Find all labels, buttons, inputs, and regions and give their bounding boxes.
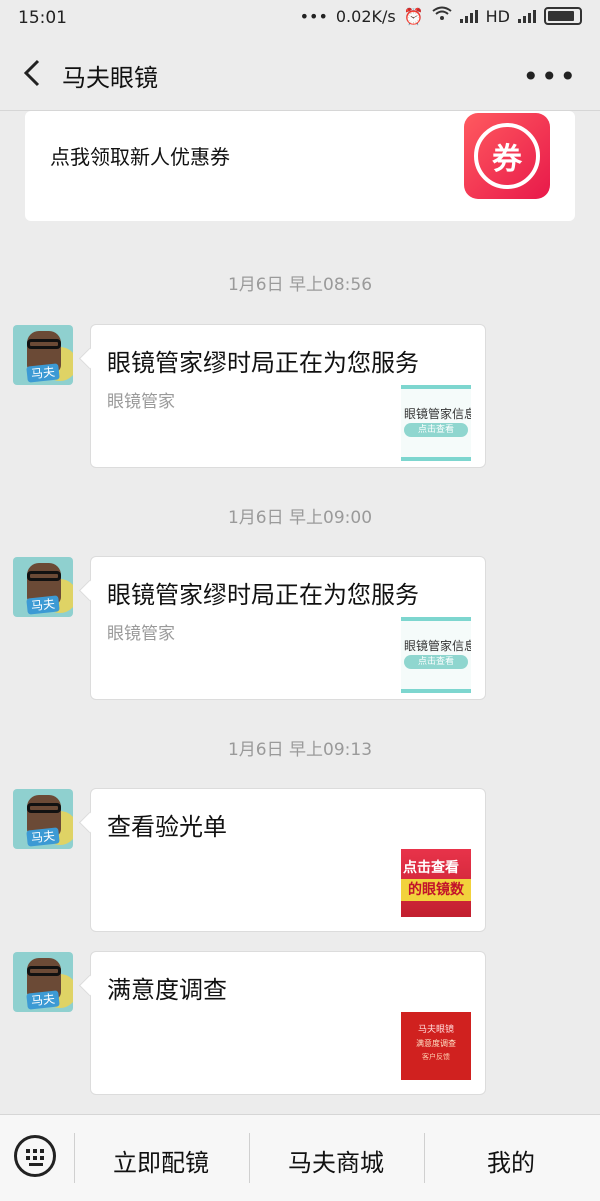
timestamp: 1月6日 早上08:56 xyxy=(227,275,373,295)
coupon-text: 点我领取新人优惠券 xyxy=(50,145,230,169)
thumbnail-text: 眼镜管家信息 xyxy=(404,639,471,653)
more-options-button[interactable]: ••• xyxy=(522,60,578,93)
title-bar: 马夫眼镜 ••• xyxy=(0,36,600,111)
message-title: 眼镜管家缪时局正在为您服务 xyxy=(107,581,419,609)
signal-icon-2 xyxy=(518,9,536,23)
coupon-icon: 券 xyxy=(464,113,550,199)
avatar-label: 马夫 xyxy=(26,990,60,1010)
avatar-label: 马夫 xyxy=(26,595,60,615)
page-title: 马夫眼镜 xyxy=(62,64,158,92)
back-button[interactable] xyxy=(18,58,48,88)
thumbnail-text: 马夫眼镜 xyxy=(417,1025,454,1035)
bottom-menu: 立即配镜 马夫商城 我的 xyxy=(0,1114,600,1201)
message-card[interactable]: 眼镜管家缪时局正在为您服务 眼镜管家 眼镜管家信息 点击查看 xyxy=(90,324,486,468)
network-speed: 0.02K/s xyxy=(335,6,396,26)
timestamp: 1月6日 早上09:00 xyxy=(227,508,373,528)
message-subtitle: 眼镜管家 xyxy=(107,624,175,644)
status-dots: ••• xyxy=(299,6,328,26)
message-card[interactable]: 眼镜管家缪时局正在为您服务 眼镜管家 眼镜管家信息 点击查看 xyxy=(90,556,486,700)
message-card[interactable]: 满意度调查 马夫眼镜 满意度调查 客户反馈 xyxy=(90,951,486,1095)
message-thumbnail: 眼镜管家信息 点击查看 xyxy=(401,385,471,461)
message-card[interactable]: 查看验光单 点击查看 的眼镜数 xyxy=(90,788,486,932)
thumbnail-text: 点击查看 xyxy=(403,860,459,876)
avatar-label: 马夫 xyxy=(26,827,60,847)
avatar[interactable]: 马夫 xyxy=(13,325,73,385)
message-subtitle: 眼镜管家 xyxy=(107,392,175,412)
keyboard-icon[interactable] xyxy=(14,1135,56,1177)
hd-label: HD xyxy=(485,6,510,26)
menu-item-buy-glasses[interactable]: 立即配镜 xyxy=(76,1143,246,1178)
wifi-icon xyxy=(432,6,452,26)
avatar[interactable]: 马夫 xyxy=(13,789,73,849)
message-title: 查看验光单 xyxy=(107,813,227,841)
coupon-card[interactable]: 点我领取新人优惠券 券 xyxy=(25,111,575,221)
menu-item-mall[interactable]: 马夫商城 xyxy=(251,1143,421,1178)
message-title: 满意度调查 xyxy=(107,976,227,1004)
status-icons: ••• 0.02K/s ⏰ HD xyxy=(300,6,582,26)
battery-icon xyxy=(544,7,582,25)
status-time: 15:01 xyxy=(18,8,67,28)
alarm-icon: ⏰ xyxy=(403,6,424,26)
message-thumbnail: 马夫眼镜 满意度调查 客户反馈 xyxy=(401,1012,471,1080)
message-title: 眼镜管家缪时局正在为您服务 xyxy=(107,349,419,377)
menu-item-mine[interactable]: 我的 xyxy=(426,1143,596,1178)
thumbnail-text-2: 满意度调查 xyxy=(416,1039,456,1048)
thumbnail-button: 点击查看 xyxy=(404,423,468,437)
thumbnail-button: 点击查看 xyxy=(404,655,468,669)
avatar[interactable]: 马夫 xyxy=(13,557,73,617)
message-thumbnail: 眼镜管家信息 点击查看 xyxy=(401,617,471,693)
avatar[interactable]: 马夫 xyxy=(13,952,73,1012)
chevron-left-icon xyxy=(23,59,40,87)
message-thumbnail: 点击查看 的眼镜数 xyxy=(401,849,471,917)
thumbnail-text-3: 客户反馈 xyxy=(422,1053,450,1061)
thumbnail-text: 眼镜管家信息 xyxy=(404,407,471,421)
timestamp: 1月6日 早上09:13 xyxy=(227,740,373,760)
avatar-label: 马夫 xyxy=(26,363,60,383)
status-bar: 15:01 ••• 0.02K/s ⏰ HD xyxy=(0,0,600,36)
coupon-icon-char: 券 xyxy=(492,142,522,177)
signal-icon xyxy=(459,9,478,23)
thumbnail-text-2: 的眼镜数 xyxy=(401,879,471,901)
